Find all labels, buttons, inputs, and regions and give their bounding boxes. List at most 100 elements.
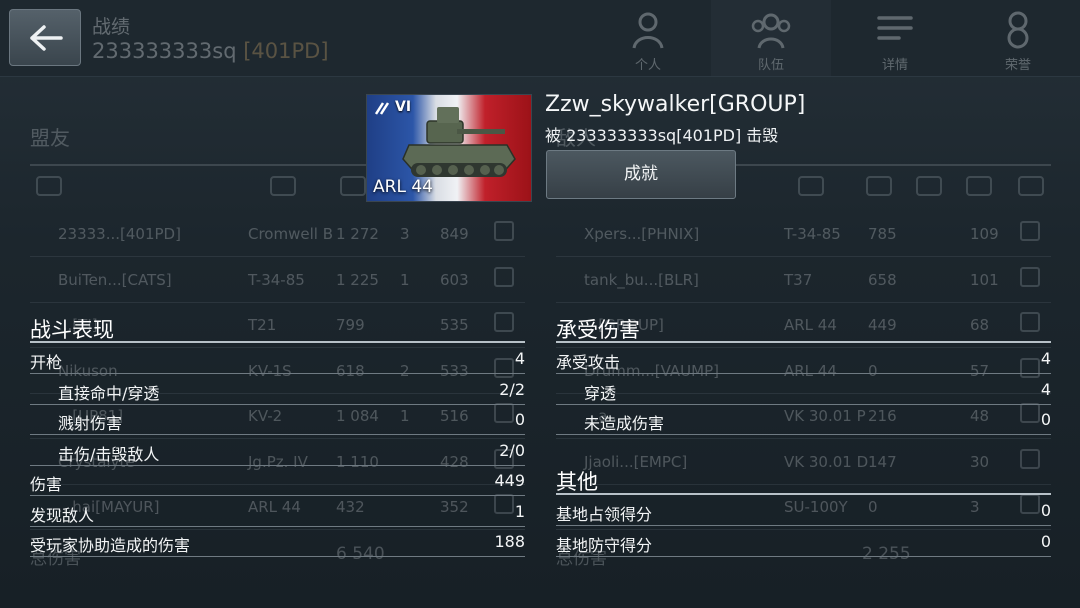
- thumbs-up-icon[interactable]: [494, 221, 514, 241]
- cell-tank: T-34-85: [784, 225, 841, 243]
- stat-row: 发现敌人 1: [30, 496, 525, 527]
- stat-row: 穿透 4: [556, 374, 1051, 405]
- tank-type-icon: [270, 176, 296, 196]
- tab-label: 详情: [881, 58, 908, 73]
- cell-kills: 1: [400, 270, 410, 289]
- cell-exp: 68: [970, 316, 990, 334]
- stat-label: 直接命中/穿透: [58, 383, 160, 403]
- stat-value: 188: [494, 532, 525, 551]
- tab-honors[interactable]: 荣誉: [958, 0, 1078, 76]
- tab-label: 荣誉: [1004, 58, 1031, 73]
- screen-subtitle: 233333333sq [401PD]: [92, 39, 329, 63]
- stat-value: 2/0: [499, 440, 525, 460]
- back-button[interactable]: [9, 9, 81, 66]
- stat-label: 未造成伤害: [584, 414, 665, 433]
- stat-label: 伤害: [30, 475, 63, 494]
- table-row: BuiTen...[CATS] T-34-85 1 225 1 603: [30, 258, 525, 303]
- stat-label: 承受攻击: [556, 353, 621, 372]
- cell-tank: T21: [248, 316, 277, 334]
- killed-by-text: 被 233333333sq[401PD] 击毁: [545, 126, 779, 145]
- stat-row: 基地防守得分 0: [556, 526, 1051, 557]
- table-row: Jjaoli...[EMPC] VK 30.01 D 147 30: [556, 440, 1051, 485]
- medal-icon: [1007, 11, 1029, 49]
- stat-row: 伤害 449: [30, 465, 525, 496]
- stat-row: 未造成伤害 0: [556, 404, 1051, 435]
- stat-value: 0: [1040, 410, 1051, 429]
- table-row: tank_bu...[BLR] T37 658 101: [556, 258, 1051, 303]
- cell-damage: 658: [868, 270, 897, 289]
- stat-label: 溅射伤害: [58, 414, 123, 433]
- cell-damage: 1 272: [336, 225, 379, 243]
- damage-column-icon: [340, 176, 366, 196]
- tab-details[interactable]: 详情: [835, 0, 955, 76]
- cell-exp: 109: [970, 225, 999, 243]
- thumbs-up-icon[interactable]: [1020, 221, 1040, 241]
- medium-tank-class-icon: [375, 102, 390, 115]
- cell-tank: ARL 44: [784, 316, 837, 334]
- achievements-button[interactable]: 成就: [546, 150, 736, 199]
- thumbs-up-icon[interactable]: [494, 266, 514, 287]
- destroyed-player-name: Zzw_skywalker[GROUP]: [545, 92, 806, 117]
- stat-label: 穿透: [584, 383, 617, 403]
- cell-damage: 1 225: [336, 270, 379, 289]
- damage-column-icon: [866, 176, 892, 196]
- stat-value: 0: [1040, 531, 1051, 551]
- stat-row: 受玩家协助造成的伤害 188: [30, 526, 525, 557]
- stat-label: 击伤/击毁敌人: [58, 444, 160, 464]
- stat-row: 开枪 4: [30, 343, 525, 374]
- tab-personal[interactable]: 个人: [588, 0, 708, 76]
- top-bar: 战绩 233333333sq [401PD] 个人 队伍 详情 荣誉: [0, 0, 1080, 77]
- tank-name: ARL 44: [373, 177, 433, 197]
- stat-row: 击伤/击毁敌人 2/0: [30, 435, 525, 466]
- cell-name: 23333...[401PD]: [58, 225, 181, 243]
- stat-label: 基地防守得分: [556, 535, 653, 555]
- cell-name: BuiTen...[CATS]: [58, 270, 172, 289]
- cell-name: Jjaoli...[EMPC]: [584, 452, 688, 471]
- allies-title: 盟友: [30, 126, 70, 150]
- thumbs-up-icon: [1018, 176, 1044, 196]
- stat-label: 受玩家协助造成的伤害: [30, 536, 191, 555]
- team-icon: [751, 13, 791, 49]
- stat-value: 4: [1040, 379, 1051, 399]
- cell-exp: 603: [440, 270, 469, 289]
- screen-title-block: 战绩 233333333sq [401PD]: [92, 12, 329, 63]
- cell-damage: 785: [868, 225, 897, 243]
- stat-value: 2/2: [499, 379, 525, 399]
- cell-exp: 849: [440, 225, 469, 243]
- cell-kills: 3: [400, 225, 410, 243]
- stat-label: 发现敌人: [30, 505, 95, 525]
- tab-label: 个人: [634, 58, 661, 73]
- other-title: 其他: [556, 470, 598, 494]
- stat-value: 0: [514, 410, 525, 429]
- thumbs-up-icon[interactable]: [1020, 266, 1040, 287]
- stat-row: 溅射伤害 0: [30, 404, 525, 435]
- stat-label: 开枪: [30, 353, 63, 372]
- table-row: Xpers...[PHNIX] T-34-85 785 109: [556, 212, 1051, 257]
- cell-damage: 147: [868, 452, 897, 471]
- cell-damage: 799: [336, 316, 365, 334]
- stat-value: 449: [494, 471, 525, 490]
- stat-value: 4: [514, 349, 525, 368]
- cell-name: Xpers...[PHNIX]: [584, 225, 700, 243]
- kills-column-icon: [916, 176, 942, 196]
- cell-exp: 30: [970, 452, 990, 471]
- details-list-icon: [877, 16, 913, 40]
- tab-team[interactable]: 队伍: [711, 0, 831, 76]
- cell-name: tank_bu...[BLR]: [584, 270, 699, 289]
- clan-tag-header: [401PD]: [243, 39, 329, 63]
- stat-row: 直接命中/穿透 2/2: [30, 374, 525, 405]
- stat-row: 承受攻击 4: [556, 343, 1051, 374]
- cell-tank: T37: [784, 270, 813, 289]
- thumbs-up-icon[interactable]: [1020, 312, 1040, 332]
- cell-exp: 101: [970, 270, 999, 289]
- cell-damage: 449: [868, 316, 897, 334]
- player-name-header: 233333333sq: [92, 39, 237, 63]
- cell-tank: VK 30.01 D: [784, 452, 869, 471]
- thumbs-up-icon[interactable]: [494, 312, 514, 332]
- star-icon: [966, 176, 992, 196]
- cell-tank: T-34-85: [248, 270, 305, 289]
- tank-card: VI ARL 44: [366, 94, 532, 202]
- combat-performance-title: 战斗表现: [30, 318, 114, 342]
- thumbs-up-icon[interactable]: [1020, 448, 1040, 469]
- received-damage-title: 承受伤害: [556, 318, 640, 342]
